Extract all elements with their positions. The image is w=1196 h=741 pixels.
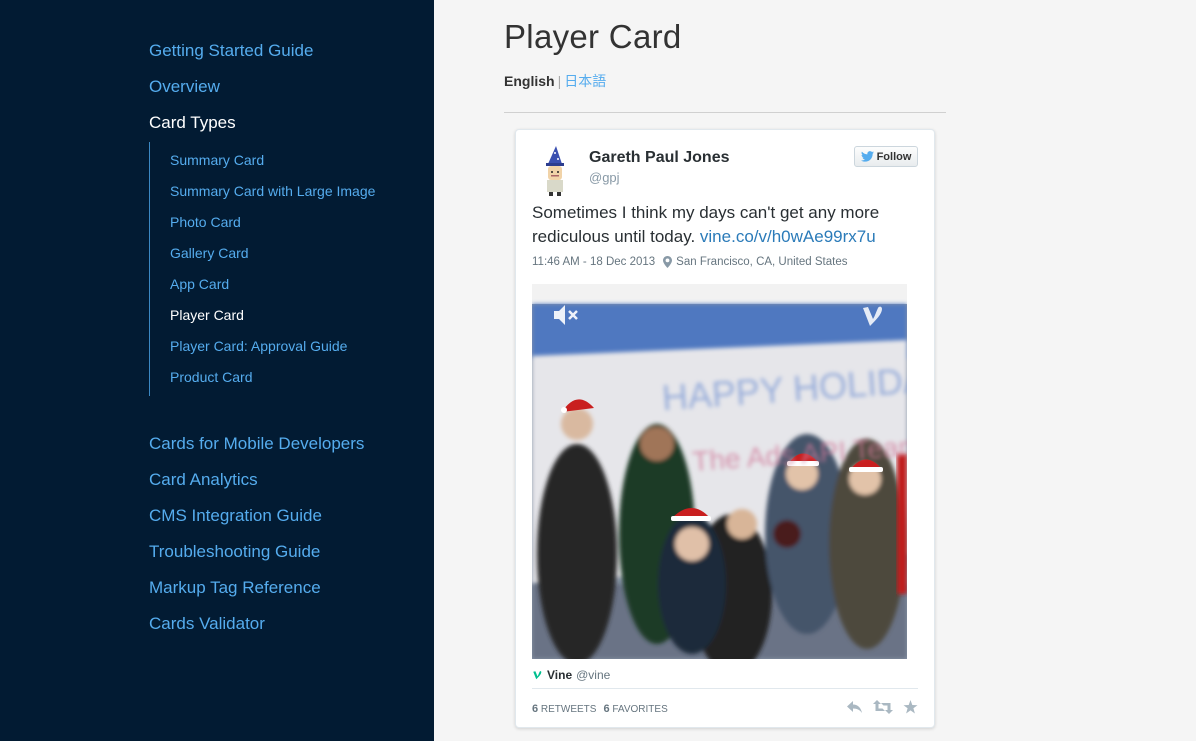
nav-card-analytics[interactable]: Card Analytics [149,462,364,498]
subnav-gallery-card[interactable]: Gallery Card [170,238,409,269]
tweet-text: Sometimes I think my days can't get any … [532,201,922,249]
subnav-summary-large-image[interactable]: Summary Card with Large Image [170,176,409,207]
lang-english: English [504,73,555,89]
tweet-meta: 11:46 AM - 18 Dec 2013 San Francisco, CA… [532,256,847,268]
subnav-player-approval-guide[interactable]: Player Card: Approval Guide [170,331,409,362]
author-name[interactable]: Gareth Paul Jones [589,149,730,167]
favorites-label: FAVORITES [612,704,668,715]
lang-japanese-link[interactable]: 日本語 [564,73,606,89]
avatar[interactable] [538,144,570,196]
embedded-tweet: Gareth Paul Jones @gpj Follow Sometimes … [515,129,935,728]
twitter-bird-icon [860,151,874,162]
retweet-icon[interactable] [873,700,893,714]
sidebar: Getting Started Guide Overview Card Type… [0,0,434,741]
subnav-photo-card[interactable]: Photo Card [170,207,409,238]
retweets-stat[interactable]: 6 RETWEETS [532,703,596,715]
vine-logo-icon [863,306,882,326]
tweet-link[interactable]: vine.co/v/h0wAe99rx7u [700,227,876,246]
nav-getting-started[interactable]: Getting Started Guide [149,33,313,69]
subnav-product-card[interactable]: Product Card [170,362,409,393]
retweets-label: RETWEETS [540,704,597,715]
video-frame: HAPPY HOLIDAY The Ads API Team [532,284,907,659]
card-divider [532,688,918,689]
nav-cards-validator[interactable]: Cards Validator [149,606,364,642]
favorite-star-icon[interactable] [903,700,918,714]
reply-icon[interactable] [846,700,863,714]
retweets-count: 6 [532,703,539,715]
subnav-app-card[interactable]: App Card [170,269,409,300]
nav-mobile-developers[interactable]: Cards for Mobile Developers [149,426,364,462]
tweet-timestamp[interactable]: 11:46 AM - 18 Dec 2013 [532,256,655,268]
favorites-stat[interactable]: 6 FAVORITES [603,703,667,715]
author-handle[interactable]: @gpj [589,170,620,185]
follow-button[interactable]: Follow [854,146,918,167]
vine-v-icon [533,670,542,679]
source-name[interactable]: Vine [547,668,572,682]
location-pin-icon [663,256,673,268]
nav-bottom-group: Cards for Mobile Developers Card Analyti… [149,426,364,642]
subnav-summary-card[interactable]: Summary Card [170,145,409,176]
nav-markup-reference[interactable]: Markup Tag Reference [149,570,364,606]
tweet-location[interactable]: San Francisco, CA, United States [676,256,847,268]
mute-icon[interactable] [552,304,580,326]
card-types-subnav: Summary Card Summary Card with Large Ima… [149,142,409,396]
language-switcher: English | 日本語 [504,71,606,91]
tweet-stats: 6 RETWEETS 6 FAVORITES [532,703,668,715]
favorites-count: 6 [603,703,610,715]
nav-cms-integration[interactable]: CMS Integration Guide [149,498,364,534]
page-title: Player Card [504,18,682,55]
source-handle[interactable]: @vine [576,668,610,682]
vine-video-player[interactable]: HAPPY HOLIDAY The Ads API Team [532,284,907,659]
subnav-player-card[interactable]: Player Card [170,300,409,331]
title-divider [504,112,946,113]
nav-card-types[interactable]: Card Types [149,105,313,141]
follow-label: Follow [876,150,912,163]
nav-troubleshooting[interactable]: Troubleshooting Guide [149,534,364,570]
nav-overview[interactable]: Overview [149,69,313,105]
nav-top-group: Getting Started Guide Overview Card Type… [149,33,313,141]
lang-separator: | [557,73,562,89]
card-source: Vine @vine [532,668,610,682]
main-content: Player Card English | 日本語 Gareth Paul Jone… [434,0,1196,741]
tweet-actions [846,700,918,714]
